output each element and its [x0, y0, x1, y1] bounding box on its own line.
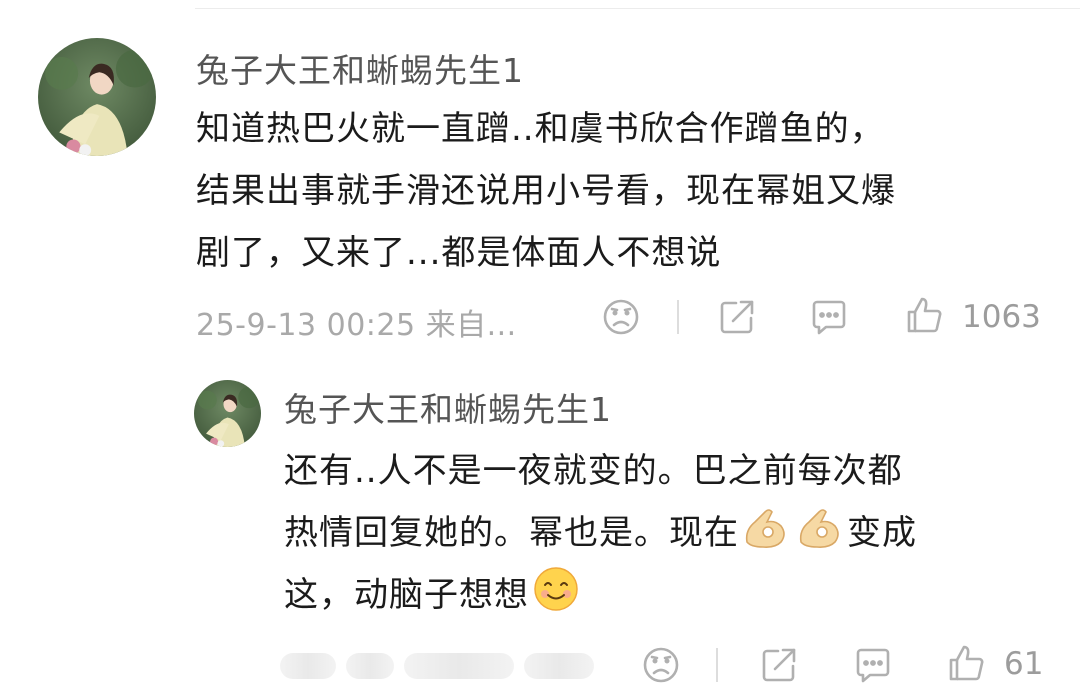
smiling-face-emoji — [531, 564, 581, 614]
comment-like-count: 1063 — [962, 299, 1041, 335]
share-icon[interactable] — [758, 644, 800, 686]
comment-icon[interactable] — [852, 644, 894, 686]
thumbs-up-icon[interactable] — [904, 294, 946, 336]
sad-face-icon[interactable] — [600, 296, 642, 338]
comment-icon[interactable] — [808, 296, 850, 338]
ok-hand-emoji — [795, 502, 845, 552]
comment-line: 结果出事就手滑还说用小号看，现在幂姐又爆 — [196, 171, 896, 211]
reply-line: 这，动脑子想想 — [284, 564, 917, 626]
blur-segment — [404, 653, 514, 679]
comment-content: 知道热巴火就一直蹭..和虞书欣合作蹭鱼的， 结果出事就手滑还说用小号看，现在幂姐… — [196, 98, 896, 284]
avatar-image — [194, 380, 261, 447]
reply-like-count: 61 — [1004, 646, 1044, 682]
reply-line: 还有..人不是一夜就变的。巴之前每次都 — [284, 451, 903, 491]
comment-username[interactable]: 兔子大王和蜥蜴先生1 — [196, 44, 524, 92]
blur-segment — [524, 653, 594, 679]
sad-face-icon[interactable] — [640, 644, 682, 686]
share-icon[interactable] — [716, 296, 758, 338]
action-separator — [716, 648, 718, 682]
reply-text: 热情回复她的。幂也是。现在 — [284, 513, 739, 553]
comment-line: 知道热巴火就一直蹭..和虞书欣合作蹭鱼的， — [196, 109, 885, 149]
reply-username[interactable]: 兔子大王和蜥蜴先生1 — [284, 383, 612, 431]
avatar-image — [38, 38, 156, 156]
action-separator — [677, 300, 679, 334]
blur-segment — [280, 653, 336, 679]
thumbs-up-icon[interactable] — [946, 642, 988, 684]
comment-avatar[interactable] — [38, 38, 156, 156]
reply-line: 热情回复她的。幂也是。现在 变成 — [284, 502, 917, 564]
ok-hand-emoji — [741, 502, 791, 552]
reply-meta-blurred — [280, 648, 600, 684]
top-divider — [195, 8, 1080, 9]
blur-segment — [346, 653, 394, 679]
reply-content: 还有..人不是一夜就变的。巴之前每次都 热情回复她的。幂也是。现在 变成 这，动… — [284, 440, 917, 626]
reply-avatar[interactable] — [194, 380, 261, 447]
reply-text: 这，动脑子想想 — [284, 575, 529, 615]
comment-meta: 25-9-13 00:25 来自... — [196, 308, 517, 343]
reply-text: 变成 — [847, 513, 917, 553]
comment-line: 剧了，又来了...都是体面人不想说 — [196, 233, 722, 273]
